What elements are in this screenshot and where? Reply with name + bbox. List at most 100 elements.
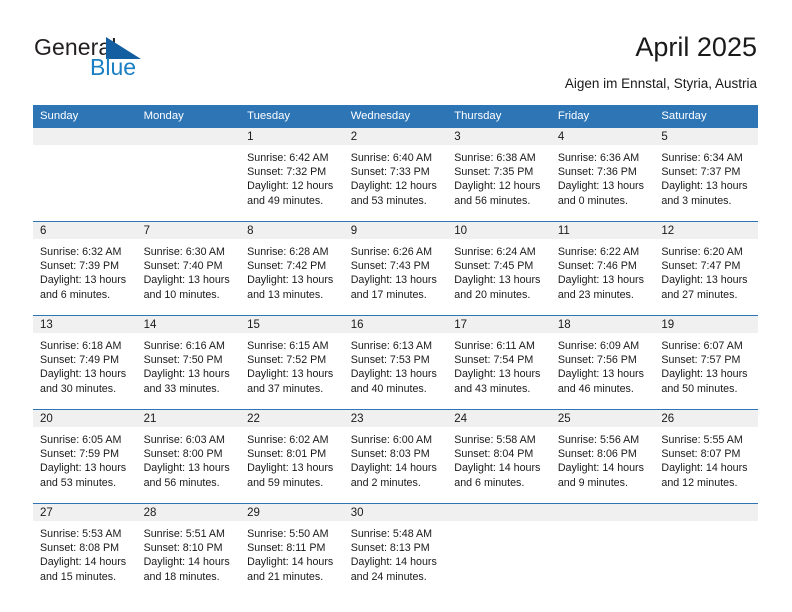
calendar-day-cell[interactable]: 10 Sunrise: 6:24 AM Sunset: 7:45 PM Dayligh… [447, 221, 551, 316]
day-detail: Sunrise: 6:05 AM Sunset: 7:59 PM Daylight:… [33, 427, 137, 490]
calendar-day-cell[interactable]: 14 Sunrise: 6:16 AM Sunset: 7:50 PM Dayligh… [136, 315, 241, 410]
sunset-text: Sunset: 7:36 PM [557, 166, 637, 179]
day-cell-content: 13 Sunrise: 6:18 AM Sunset: 7:49 PM Dayligh… [33, 316, 137, 409]
daylight-text-line1: Daylight: 13 hours [40, 462, 127, 475]
day-number: 9 [343, 222, 448, 239]
day-detail: Sunrise: 6:20 AM Sunset: 7:47 PM Daylight:… [654, 239, 758, 302]
daylight-text-line1: Daylight: 13 hours [40, 274, 127, 287]
day-detail: Sunrise: 6:03 AM Sunset: 8:00 PM Daylight:… [137, 427, 241, 490]
daylight-text-line2: and 46 minutes. [557, 382, 634, 395]
day-detail [137, 145, 241, 151]
calendar-day-cell[interactable]: 4 Sunrise: 6:36 AM Sunset: 7:36 PM Daylight… [550, 127, 655, 222]
day-detail: Sunrise: 6:18 AM Sunset: 7:49 PM Daylight:… [33, 333, 137, 396]
sunset-text: Sunset: 7:45 PM [454, 260, 534, 273]
sunset-text: Sunset: 8:11 PM [247, 542, 326, 555]
calendar-day-cell[interactable]: 3 Sunrise: 6:38 AM Sunset: 7:35 PM Daylight… [447, 127, 551, 222]
sunset-text: Sunset: 7:43 PM [350, 260, 430, 273]
sunset-text: Sunset: 8:00 PM [143, 448, 223, 461]
calendar-day-cell[interactable]: 24 Sunrise: 5:58 AM Sunset: 8:04 PM Dayligh… [447, 409, 551, 504]
sunrise-text: Sunrise: 5:50 AM [247, 528, 329, 540]
calendar-day-cell[interactable]: 15 Sunrise: 6:15 AM Sunset: 7:52 PM Dayligh… [240, 315, 344, 410]
day-cell-content: 11 Sunrise: 6:22 AM Sunset: 7:46 PM Dayligh… [550, 222, 655, 315]
calendar-day-cell[interactable] [654, 503, 758, 597]
calendar-day-cell[interactable]: 7 Sunrise: 6:30 AM Sunset: 7:40 PM Daylight… [136, 221, 241, 316]
sunset-text: Sunset: 7:42 PM [247, 260, 327, 273]
calendar-day-cell[interactable]: 1 Sunrise: 6:42 AM Sunset: 7:32 PM Daylight… [240, 127, 344, 222]
day-cell-content: 4 Sunrise: 6:36 AM Sunset: 7:36 PM Daylight… [550, 128, 655, 221]
daylight-text-line1: Daylight: 13 hours [247, 462, 334, 475]
day-cell-content: 7 Sunrise: 6:30 AM Sunset: 7:40 PM Daylight… [136, 222, 241, 315]
day-detail: Sunrise: 6:00 AM Sunset: 8:03 PM Daylight:… [344, 427, 448, 490]
calendar-day-cell[interactable]: 26 Sunrise: 5:55 AM Sunset: 8:07 PM Dayligh… [654, 409, 758, 504]
day-detail: Sunrise: 6:22 AM Sunset: 7:46 PM Daylight:… [551, 239, 655, 302]
calendar-day-cell[interactable] [33, 127, 137, 222]
calendar-day-cell[interactable]: 9 Sunrise: 6:26 AM Sunset: 7:43 PM Daylight… [343, 221, 448, 316]
day-number [550, 504, 655, 521]
daylight-text-line1: Daylight: 13 hours [557, 180, 644, 193]
sunrise-text: Sunrise: 5:58 AM [454, 434, 536, 446]
calendar-day-cell[interactable]: 5 Sunrise: 6:34 AM Sunset: 7:37 PM Daylight… [654, 127, 758, 222]
day-detail: Sunrise: 6:30 AM Sunset: 7:40 PM Daylight:… [137, 239, 241, 302]
daylight-text-line1: Daylight: 13 hours [350, 368, 437, 381]
calendar-day-cell[interactable]: 6 Sunrise: 6:32 AM Sunset: 7:39 PM Daylight… [33, 221, 137, 316]
calendar-week-row: 20 Sunrise: 6:05 AM Sunset: 7:59 PM Dayligh… [33, 409, 758, 504]
daylight-text-line2: and 3 minutes. [661, 194, 732, 207]
calendar-day-cell[interactable]: 21 Sunrise: 6:03 AM Sunset: 8:00 PM Dayligh… [136, 409, 241, 504]
calendar-day-cell[interactable] [136, 127, 241, 222]
day-number [654, 504, 758, 521]
daylight-text-line1: Daylight: 13 hours [247, 274, 334, 287]
calendar-day-cell[interactable]: 13 Sunrise: 6:18 AM Sunset: 7:49 PM Dayligh… [33, 315, 137, 410]
day-cell-content: 30 Sunrise: 5:48 AM Sunset: 8:13 PM Dayligh… [343, 504, 448, 597]
daylight-text-line1: Daylight: 13 hours [661, 274, 748, 287]
day-detail: Sunrise: 6:15 AM Sunset: 7:52 PM Daylight:… [240, 333, 344, 396]
daylight-text-line2: and 33 minutes. [143, 382, 220, 395]
calendar-day-cell[interactable]: 30 Sunrise: 5:48 AM Sunset: 8:13 PM Dayligh… [343, 503, 448, 597]
calendar-day-cell[interactable]: 27 Sunrise: 5:53 AM Sunset: 8:08 PM Dayligh… [33, 503, 137, 597]
daylight-text-line2: and 6 minutes. [454, 476, 525, 489]
page-header: General Blue April 2025 Aigen im Ennstal… [0, 0, 792, 100]
sunrise-text: Sunrise: 6:30 AM [143, 246, 225, 258]
daylight-text-line2: and 49 minutes. [247, 194, 324, 207]
calendar-day-cell[interactable]: 16 Sunrise: 6:13 AM Sunset: 7:53 PM Dayligh… [343, 315, 448, 410]
day-number: 29 [240, 504, 344, 521]
calendar-day-cell[interactable]: 25 Sunrise: 5:56 AM Sunset: 8:06 PM Dayligh… [550, 409, 655, 504]
calendar-day-cell[interactable]: 20 Sunrise: 6:05 AM Sunset: 7:59 PM Dayligh… [33, 409, 137, 504]
calendar-day-cell[interactable]: 12 Sunrise: 6:20 AM Sunset: 7:47 PM Dayligh… [654, 221, 758, 316]
calendar-day-cell[interactable]: 2 Sunrise: 6:40 AM Sunset: 7:33 PM Daylight… [343, 127, 448, 222]
calendar-day-cell[interactable]: 17 Sunrise: 6:11 AM Sunset: 7:54 PM Dayligh… [447, 315, 551, 410]
daylight-text-line1: Daylight: 14 hours [40, 556, 127, 569]
brand-logo[interactable]: General Blue [34, 36, 264, 86]
calendar-day-cell[interactable] [447, 503, 551, 597]
day-number: 23 [343, 410, 448, 427]
daylight-text-line2: and 37 minutes. [247, 382, 324, 395]
calendar-day-cell[interactable]: 23 Sunrise: 6:00 AM Sunset: 8:03 PM Dayligh… [343, 409, 448, 504]
daylight-text-line2: and 40 minutes. [350, 382, 427, 395]
sunrise-text: Sunrise: 6:32 AM [40, 246, 122, 258]
calendar-header-row: Sunday Monday Tuesday Wednesday Thursday… [33, 105, 758, 128]
calendar-day-cell[interactable]: 29 Sunrise: 5:50 AM Sunset: 8:11 PM Dayligh… [240, 503, 344, 597]
daylight-text-line2: and 23 minutes. [557, 288, 634, 301]
calendar-day-cell[interactable]: 22 Sunrise: 6:02 AM Sunset: 8:01 PM Dayligh… [240, 409, 344, 504]
daylight-text-line1: Daylight: 13 hours [143, 462, 230, 475]
calendar-day-cell[interactable]: 11 Sunrise: 6:22 AM Sunset: 7:46 PM Dayligh… [550, 221, 655, 316]
day-cell-content [447, 504, 551, 597]
daylight-text-line2: and 18 minutes. [143, 570, 220, 583]
calendar-day-cell[interactable]: 19 Sunrise: 6:07 AM Sunset: 7:57 PM Dayligh… [654, 315, 758, 410]
weekday-header-thursday: Thursday [447, 105, 551, 128]
daylight-text-line1: Daylight: 14 hours [350, 556, 437, 569]
day-number: 14 [136, 316, 241, 333]
calendar-day-cell[interactable] [550, 503, 655, 597]
sunset-text: Sunset: 7:37 PM [661, 166, 741, 179]
daylight-text-line2: and 43 minutes. [454, 382, 531, 395]
calendar-day-cell[interactable]: 28 Sunrise: 5:51 AM Sunset: 8:10 PM Dayligh… [136, 503, 241, 597]
day-detail [551, 521, 655, 527]
calendar-day-cell[interactable]: 8 Sunrise: 6:28 AM Sunset: 7:42 PM Daylight… [240, 221, 344, 316]
daylight-text-line2: and 24 minutes. [350, 570, 427, 583]
sunrise-text: Sunrise: 6:03 AM [143, 434, 225, 446]
sunset-text: Sunset: 8:01 PM [247, 448, 327, 461]
daylight-text-line2: and 2 minutes. [350, 476, 421, 489]
day-number: 11 [550, 222, 655, 239]
calendar-day-cell[interactable]: 18 Sunrise: 6:09 AM Sunset: 7:56 PM Dayligh… [550, 315, 655, 410]
day-cell-content: 1 Sunrise: 6:42 AM Sunset: 7:32 PM Daylight… [240, 128, 344, 221]
sunrise-text: Sunrise: 6:24 AM [454, 246, 536, 258]
